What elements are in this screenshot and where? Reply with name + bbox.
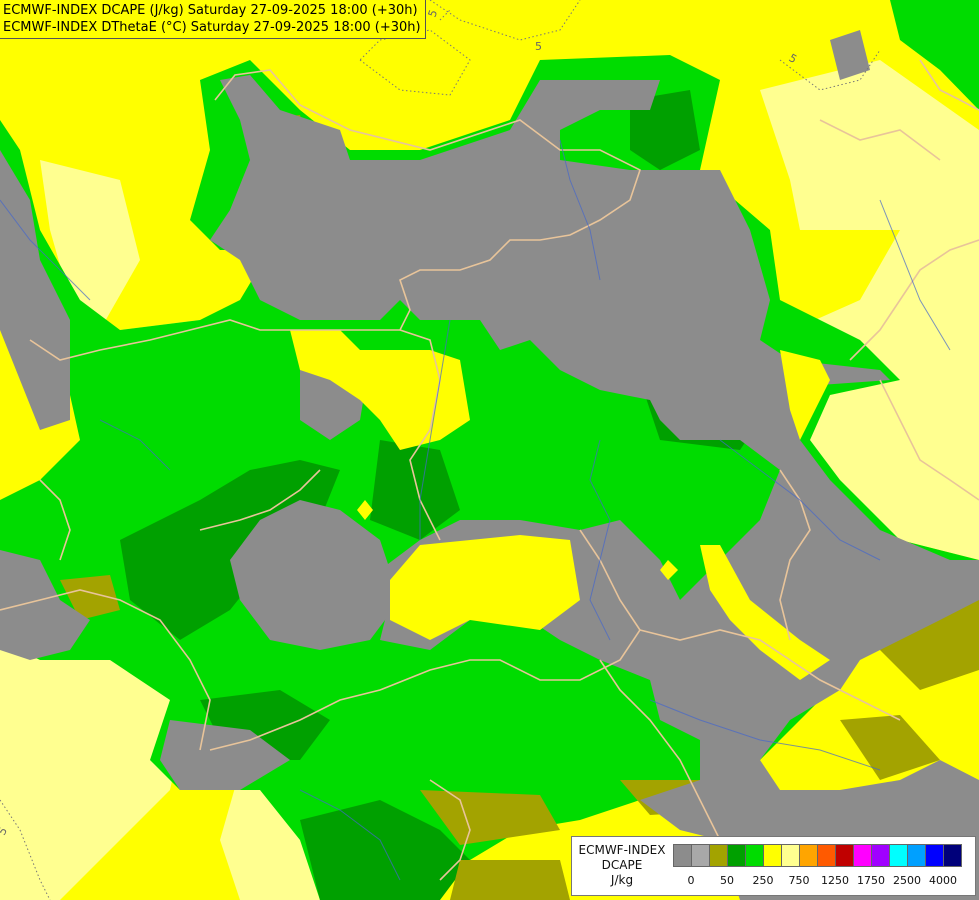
legend-swatch <box>835 844 854 867</box>
legend-swatch <box>799 844 818 867</box>
legend-tick-label: 1750 <box>857 874 885 887</box>
legend-tick-label: 4000 <box>929 874 957 887</box>
legend-swatch <box>745 844 764 867</box>
legend-swatch <box>781 844 800 867</box>
color-legend: ECMWF-INDEX DCAPE J/kg 0 50 250 750 1250 1750… <box>571 836 976 896</box>
legend-swatch <box>907 844 926 867</box>
legend-tick-label: 1250 <box>821 874 849 887</box>
legend-swatch <box>925 844 944 867</box>
title-line-dcape: ECMWF-INDEX DCAPE (J/kg) Saturday 27-09-… <box>3 3 418 18</box>
legend-tick-label: 750 <box>788 874 810 887</box>
legend-tick-label: 50 <box>720 874 734 887</box>
dcape-map: 5 5 5 5 <box>0 0 979 900</box>
legend-swatch <box>709 844 728 867</box>
title-line-dthetae: ECMWF-INDEX DThetaE (°C) Saturday 27-09-… <box>3 20 421 35</box>
legend-swatch <box>871 844 890 867</box>
legend-swatch <box>727 844 746 867</box>
legend-model: ECMWF-INDEX <box>578 843 666 857</box>
legend-param: DCAPE <box>601 858 643 872</box>
legend-swatch <box>853 844 872 867</box>
legend-swatch <box>889 844 908 867</box>
legend-unit: J/kg <box>610 873 634 887</box>
legend-swatch <box>943 844 962 867</box>
map-title: ECMWF-INDEX DCAPE (J/kg) Saturday 27-09-… <box>0 0 426 39</box>
legend-tick-label: 2500 <box>893 874 921 887</box>
legend-tick-label: 250 <box>752 874 774 887</box>
legend-tick-label: 0 <box>687 874 695 887</box>
legend-swatch <box>691 844 710 867</box>
legend-swatch <box>763 844 782 867</box>
legend-label: ECMWF-INDEX DCAPE J/kg <box>576 843 668 888</box>
contour-label: 5 <box>535 40 542 53</box>
legend-swatch <box>817 844 836 867</box>
legend-swatch <box>673 844 692 867</box>
